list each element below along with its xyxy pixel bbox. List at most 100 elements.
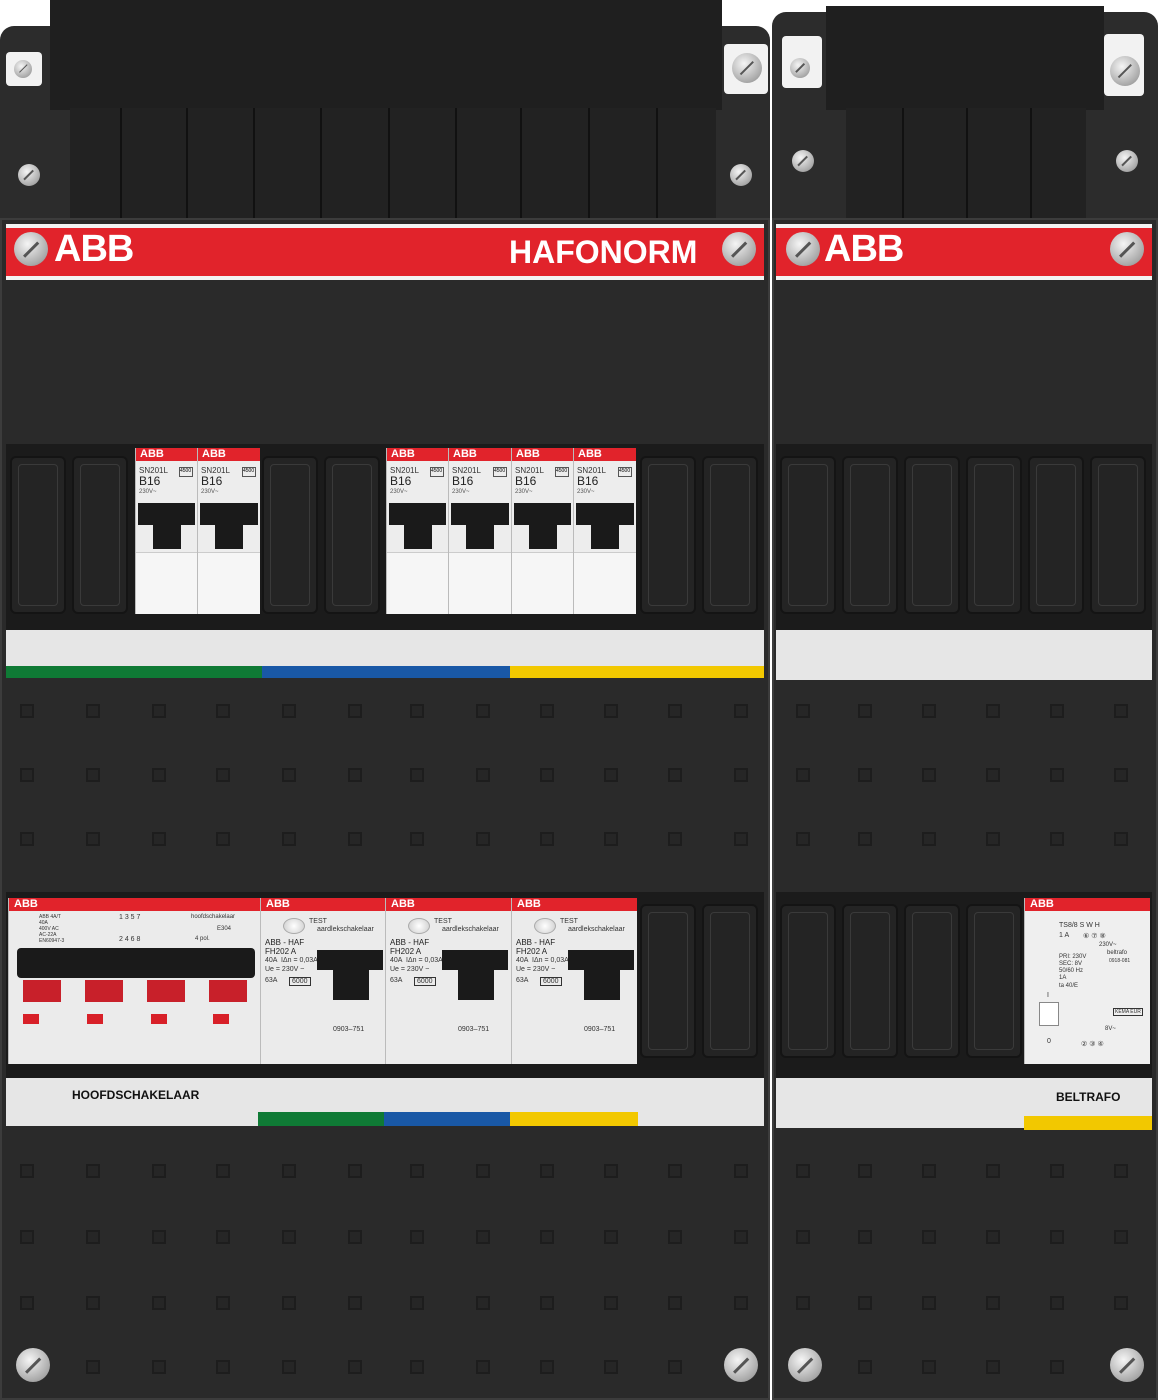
group-color-green <box>6 666 262 678</box>
circuit-breaker[interactable]: ABB SN201L B16 230V~ 4500 <box>197 448 260 614</box>
transformer-switch[interactable] <box>1039 1002 1059 1026</box>
switch-name: hoofdschakelaar <box>191 914 236 920</box>
switch-code: E304 <box>217 926 232 932</box>
status-window <box>87 1014 103 1024</box>
circuit-breaker[interactable]: ABB SN201L B16 230V~ 4500 <box>511 448 573 614</box>
breaker-toggle[interactable] <box>138 503 195 525</box>
rcd-lever[interactable] <box>442 950 508 970</box>
blank-cover <box>904 456 960 614</box>
rcd-switch[interactable]: ABB TEST aardlekschakelaar ABB - HAF FH2… <box>385 898 511 1064</box>
breaker-toggle[interactable] <box>576 503 634 525</box>
circuit-breaker[interactable]: ABB SN201L B16 230V~ 4500 <box>386 448 448 614</box>
breaker-rating: B16 <box>577 474 599 488</box>
breaker-window <box>404 525 432 549</box>
main-terminal-block <box>70 108 716 218</box>
main-switch[interactable]: ABB ABB 4A/T 40A 400V AC AC-22A EN60947-… <box>8 898 260 1064</box>
group-color-yellow <box>510 1112 638 1126</box>
breaker-rating: B16 <box>390 474 412 488</box>
breaker-base <box>198 552 260 614</box>
breaker-base <box>574 552 636 614</box>
circuit-breaker[interactable]: ABB SN201L B16 230V~ 4500 <box>573 448 636 614</box>
housing-screw-left <box>18 164 40 186</box>
bell-transformer[interactable]: ABB TS8/8 S W H 1 A ⑥ ⑦ ⑧ 230V~ beltrafo… <box>1024 898 1150 1064</box>
blank-cover <box>1090 456 1146 614</box>
breaker-logo: ABB <box>449 448 511 461</box>
terminals-top: 1 3 5 7 <box>119 914 141 921</box>
band-screw-right <box>722 232 756 266</box>
terminals-bottom: ② ③ ④ <box>1081 1041 1104 1048</box>
breaker-code: 4500 <box>493 467 507 477</box>
breaker-logo: ABB <box>387 448 448 461</box>
rcd-window <box>584 970 620 1000</box>
breaker-toggle[interactable] <box>451 503 509 525</box>
rcd-brand: ABB - HAF <box>390 938 430 947</box>
circuit-breaker[interactable]: ABB SN201L B16 230V~ 4500 <box>135 448 197 614</box>
test-label: TEST <box>309 918 327 925</box>
transformer-name: beltrafo <box>1107 950 1128 956</box>
breaker-code: 4500 <box>179 467 193 477</box>
breaker-voltage: 230V~ <box>452 489 470 495</box>
blank-cover <box>702 904 758 1058</box>
status-window <box>151 1014 167 1024</box>
band-screw-left <box>14 232 48 266</box>
status-window <box>213 1014 229 1024</box>
rcd-code: 6000 <box>540 977 562 986</box>
housing-screw-right <box>730 164 752 186</box>
test-button[interactable] <box>408 918 430 934</box>
breaker-base <box>449 552 511 614</box>
rcd-logo: ABB <box>261 898 385 911</box>
breaker-voltage: 230V~ <box>201 489 219 495</box>
test-label: TEST <box>434 918 452 925</box>
breaker-voltage: 230V~ <box>390 489 408 495</box>
transformer-pri: PRI: 230V <box>1059 954 1087 960</box>
blank-cover <box>966 904 1022 1058</box>
group-color-yellow <box>510 666 764 678</box>
rcd-switch[interactable]: ABB TEST aardlekschakelaar ABB - HAF FH2… <box>511 898 637 1064</box>
breaker-base <box>136 552 197 614</box>
side-clamp-screw-right <box>1110 56 1140 86</box>
rcd-brand: ABB - HAF <box>265 938 305 947</box>
test-sublabel: aardlekschakelaar <box>568 926 625 933</box>
rcd-lever[interactable] <box>568 950 634 970</box>
circuit-breaker[interactable]: ABB SN201L B16 230V~ 4500 <box>448 448 511 614</box>
test-sublabel: aardlekschakelaar <box>442 926 499 933</box>
breaker-rating: B16 <box>201 474 223 488</box>
rcd-switch[interactable]: ABB TEST aardlekschakelaar ABB - HAF FH2… <box>260 898 385 1064</box>
breaker-toggle[interactable] <box>514 503 571 525</box>
breaker-rating: B16 <box>139 474 161 488</box>
blank-cover <box>842 456 898 614</box>
breaker-base <box>512 552 573 614</box>
switch-on-label: I <box>1047 992 1049 999</box>
rcd-lever[interactable] <box>317 950 383 970</box>
breaker-toggle[interactable] <box>389 503 446 525</box>
clamp-screw-left <box>14 60 32 78</box>
rcd-icn: 63A <box>516 977 529 984</box>
test-sublabel: aardlekschakelaar <box>317 926 374 933</box>
rcd-logo: ABB <box>386 898 511 911</box>
rcd-logo: ABB <box>512 898 637 911</box>
side-housing-screw-right <box>1116 150 1138 172</box>
rcd-article: 0903–751 <box>584 1026 616 1033</box>
side-terminal-cover <box>826 6 1104 110</box>
side-screw-bottom-right <box>1110 1348 1144 1382</box>
rcd-icn: 63A <box>265 977 278 984</box>
breaker-window <box>591 525 619 549</box>
product-name: HAFONORM <box>509 234 698 270</box>
side-terminal-block <box>846 108 1086 218</box>
test-button[interactable] <box>283 918 305 934</box>
breaker-voltage: 230V~ <box>515 489 533 495</box>
red-handle <box>23 980 61 1002</box>
rcd-sensitivity: IΔn = 0,03A <box>406 957 443 964</box>
transformer-model: TS8/8 S W H <box>1059 922 1100 929</box>
rcd-model: FH202 A <box>265 947 297 956</box>
main-switch-lever[interactable] <box>17 948 255 978</box>
main-terminal-cover <box>50 0 722 110</box>
clamp-screw-right <box>732 53 762 83</box>
breaker-toggle[interactable] <box>200 503 258 525</box>
side-panel <box>772 218 1158 1400</box>
breaker-window <box>466 525 494 549</box>
side-band-screw-right <box>1110 232 1144 266</box>
transformer-amp: 1A <box>1059 975 1067 981</box>
test-button[interactable] <box>534 918 556 934</box>
transformer-article: 0918-081 <box>1109 958 1131 964</box>
